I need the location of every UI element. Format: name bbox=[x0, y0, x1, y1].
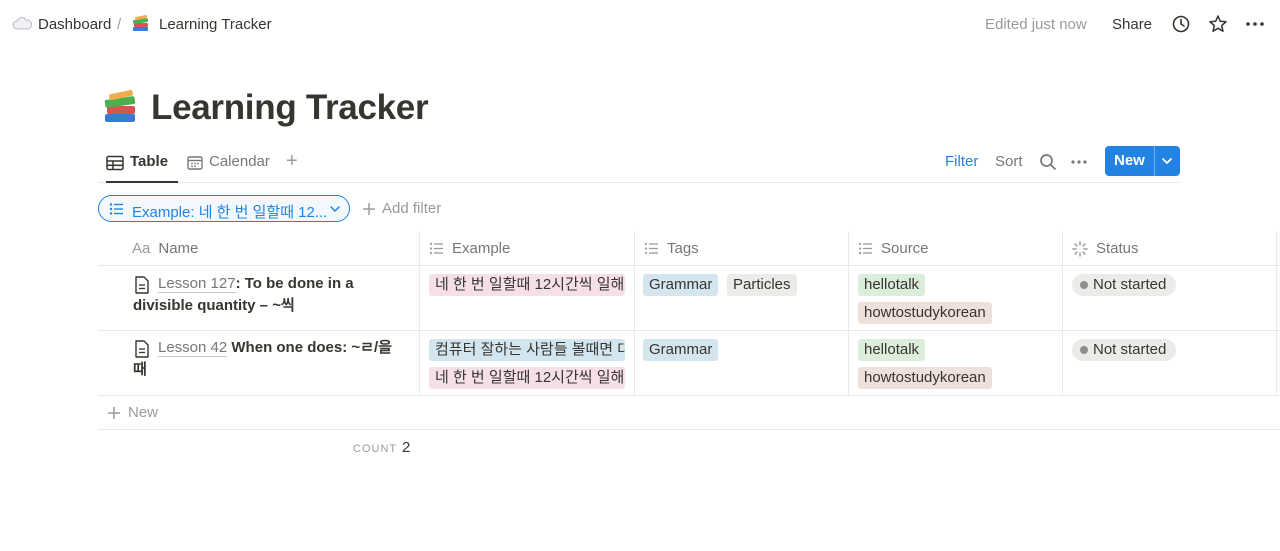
breadcrumb-dashboard[interactable]: Dashboard bbox=[38, 16, 111, 33]
breadcrumb-separator: / bbox=[117, 16, 122, 33]
source-hellotalk: hellotalk bbox=[858, 339, 926, 361]
lesson-link[interactable]: Lesson 42 bbox=[158, 339, 228, 357]
tag-particles: Particles bbox=[727, 274, 797, 296]
more-icon[interactable] bbox=[1245, 14, 1265, 34]
add-view-button[interactable]: + bbox=[286, 150, 298, 173]
status-badge[interactable]: Not started bbox=[1072, 274, 1177, 296]
search-icon[interactable] bbox=[1039, 153, 1057, 171]
tag-grammar: Grammar bbox=[643, 274, 719, 296]
list-icon bbox=[429, 242, 443, 255]
books-icon bbox=[132, 14, 149, 31]
status-icon bbox=[1072, 240, 1088, 257]
tab-table[interactable]: Table bbox=[106, 153, 178, 183]
history-icon[interactable] bbox=[1171, 14, 1191, 34]
table-row[interactable]: Lesson 127: To be done in a divisible qu… bbox=[98, 266, 1280, 331]
text-property-icon: Aa bbox=[132, 240, 151, 257]
status-label: Not started bbox=[1093, 341, 1167, 358]
calendar-icon bbox=[187, 156, 203, 170]
sort-button[interactable]: Sort bbox=[995, 153, 1023, 170]
view-more-icon[interactable] bbox=[1070, 153, 1088, 171]
add-filter-button[interactable]: Add filter bbox=[362, 200, 441, 217]
column-header-example[interactable]: Example bbox=[429, 231, 510, 266]
add-filter-label: Add filter bbox=[382, 200, 442, 217]
chevron-down-icon[interactable] bbox=[1160, 155, 1174, 167]
page-icon bbox=[135, 276, 149, 294]
status-badge[interactable]: Not started bbox=[1072, 339, 1177, 361]
status-label: Not started bbox=[1093, 276, 1167, 293]
tab-calendar-label: Calendar bbox=[209, 153, 270, 170]
page-icon-books[interactable] bbox=[102, 88, 140, 126]
tag-grammar: Grammar bbox=[643, 339, 719, 361]
page-title[interactable]: Learning Tracker bbox=[151, 88, 429, 128]
edited-status: Edited just now bbox=[985, 16, 1087, 33]
lesson-link[interactable]: Lesson 127 bbox=[158, 275, 236, 293]
row-name-title: : To be done in a bbox=[235, 275, 354, 292]
breadcrumb-page[interactable]: Learning Tracker bbox=[159, 16, 272, 33]
status-dot bbox=[1080, 346, 1088, 354]
tab-table-label: Table bbox=[130, 153, 169, 170]
source-howtostudykorean: howtostudykorean bbox=[858, 302, 992, 324]
example-tag: 네 한 번 일할때 12시간씩 일해. bbox=[429, 367, 625, 389]
top-bar: Dashboard / Learning Tracker Edited just… bbox=[0, 0, 1280, 50]
share-button[interactable]: Share bbox=[1112, 16, 1152, 33]
new-button-divider bbox=[1154, 146, 1155, 176]
column-header-label: Name bbox=[158, 240, 199, 257]
column-header-label: Status bbox=[1096, 240, 1139, 257]
example-tag: 네 한 번 일할때 12시간씩 일해. bbox=[429, 274, 625, 296]
list-icon bbox=[109, 203, 123, 215]
table-row[interactable]: Lesson 42 When one does: ~ㄹ/을 때 컴퓨터 잘하는 … bbox=[98, 331, 1280, 396]
source-howtostudykorean: howtostudykorean bbox=[858, 367, 992, 389]
row-name-continued: divisible quantity – ~씩 bbox=[133, 297, 295, 314]
column-header-tags[interactable]: Tags bbox=[644, 231, 699, 266]
cloud-icon bbox=[12, 17, 32, 30]
filter-pill-label: Example: 네 한 번 일할때 12... bbox=[132, 204, 328, 221]
new-button-label: New bbox=[1114, 152, 1145, 169]
filter-button[interactable]: Filter bbox=[945, 153, 978, 170]
add-row-button[interactable]: New bbox=[98, 396, 1280, 430]
plus-icon bbox=[108, 407, 120, 419]
star-icon[interactable] bbox=[1208, 14, 1228, 34]
new-button[interactable]: New bbox=[1105, 146, 1180, 176]
chevron-down-icon bbox=[330, 206, 340, 212]
view-bar: Table Calendar + Filter Sort New bbox=[98, 144, 1180, 183]
source-hellotalk: hellotalk bbox=[858, 274, 926, 296]
add-row-label: New bbox=[128, 404, 159, 421]
row-name[interactable]: Lesson 127: To be done in a bbox=[158, 273, 408, 295]
column-header-source[interactable]: Source bbox=[858, 231, 929, 266]
row-name-continued: 때 bbox=[133, 361, 147, 378]
table-header: Aa Name Example Tags Source Status bbox=[98, 231, 1280, 266]
column-header-status[interactable]: Status bbox=[1072, 231, 1139, 266]
count-value: 2 bbox=[402, 439, 411, 456]
page-icon bbox=[135, 340, 149, 358]
plus-icon bbox=[363, 202, 375, 215]
list-icon bbox=[644, 242, 658, 255]
list-icon bbox=[858, 242, 872, 255]
table-icon bbox=[106, 155, 124, 171]
column-header-label: Example bbox=[452, 240, 511, 257]
count-label: COUNT bbox=[353, 443, 398, 455]
tab-calendar[interactable]: Calendar bbox=[187, 153, 270, 183]
row-name[interactable]: Lesson 42 When one does: ~ㄹ/을 bbox=[158, 337, 418, 359]
active-filter-pill[interactable]: Example: 네 한 번 일할때 12... bbox=[98, 195, 350, 222]
column-header-label: Tags bbox=[667, 240, 699, 257]
example-tag: 컴퓨터 잘하는 사람들 볼때면 대 bbox=[429, 339, 625, 361]
column-header-label: Source bbox=[881, 240, 929, 257]
status-dot bbox=[1080, 281, 1088, 289]
row-name-title: When one does: ~ㄹ/을 bbox=[227, 339, 392, 356]
column-header-name[interactable]: Aa Name bbox=[132, 231, 198, 266]
